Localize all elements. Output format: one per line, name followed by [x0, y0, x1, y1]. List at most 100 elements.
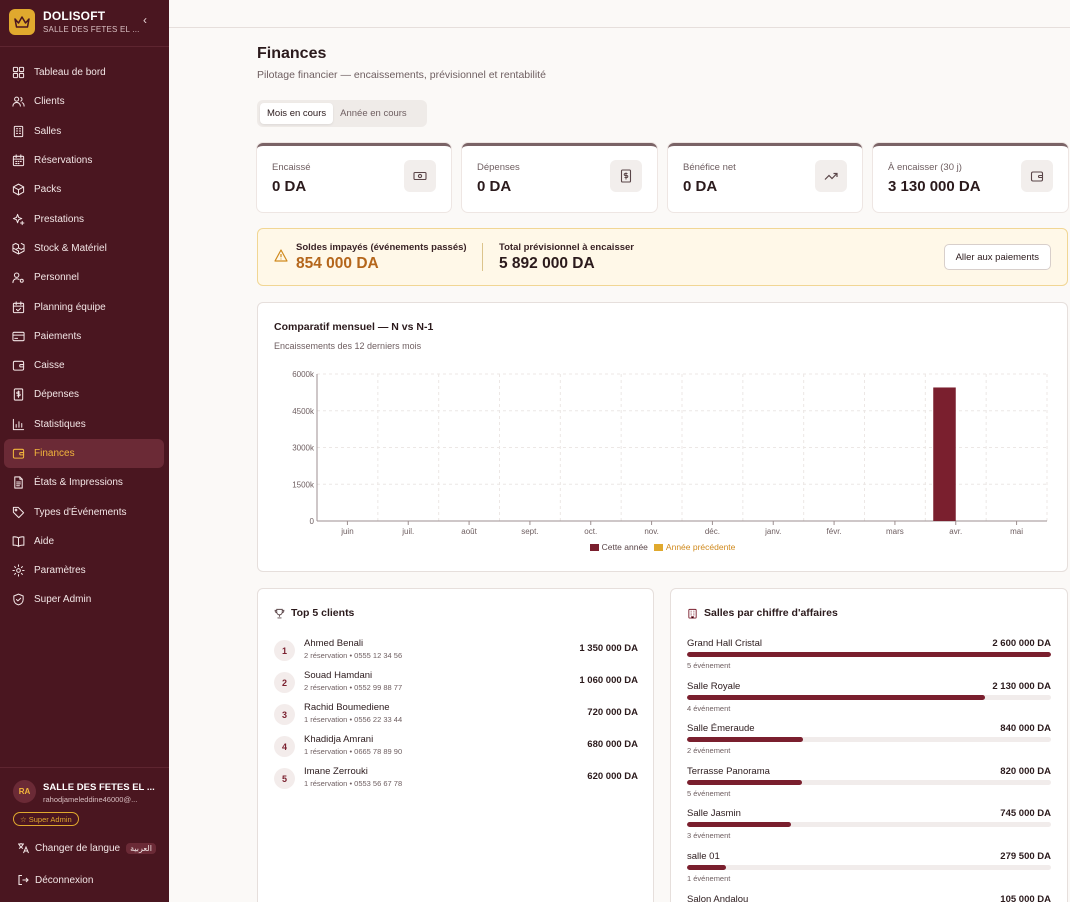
sidebar-item-label: Salles: [34, 125, 62, 137]
list-item: Grand Hall Cristal 2 600 000 DA 5 événemen…: [687, 638, 1051, 674]
logout-label: Déconnexion: [35, 874, 94, 886]
wallet-icon: [11, 447, 25, 461]
list-item[interactable]: 5 Imane Zerrouki 1 réservation • 0553 56 6…: [274, 766, 638, 796]
list-item[interactable]: 1 Ahmed Benali 2 réservation • 0555 12 34 …: [274, 638, 638, 668]
boxes-icon: [11, 241, 25, 255]
salle-meta: 2 événement: [687, 746, 731, 756]
x-tick-label: août: [461, 527, 477, 536]
y-tick-label: 1500k: [292, 480, 315, 489]
kpi-depenses: Dépenses 0 DA: [462, 143, 657, 212]
sidebar-item-personnel[interactable]: Personnel: [4, 263, 164, 292]
sidebar-item-paiements[interactable]: Paiements: [4, 322, 164, 351]
dashboard-icon: [11, 66, 25, 80]
x-tick-label: févr.: [827, 527, 842, 536]
logout-button[interactable]: Déconnexion: [17, 874, 93, 886]
sidebar-item-label: Planning équipe: [34, 301, 106, 313]
sidebar-item-tableau-de-bord[interactable]: Tableau de bord: [4, 58, 164, 87]
unpaid-label: Soldes impayés (événements passés): [296, 242, 467, 253]
salle-name: salle 01: [687, 851, 720, 862]
user-name: SALLE DES FETES EL ...: [43, 782, 155, 793]
list-item: Salon Andalou 105 000 DA: [687, 894, 1051, 902]
avatar[interactable]: RA: [13, 780, 36, 803]
list-item[interactable]: 3 Rachid Boumediene 1 réservation • 0556 2…: [274, 702, 638, 732]
monthly-chart-card: Comparatif mensuel — N vs N-1 Encaisseme…: [257, 302, 1068, 572]
client-meta: 1 réservation • 0556 22 33 44: [304, 715, 403, 724]
sidebar-item-aide[interactable]: Aide: [4, 527, 164, 556]
kpi-a-encaisser: À encaisser (30 j) 3 130 000 DA: [873, 143, 1068, 212]
salle-meta: 3 événement: [687, 831, 731, 841]
tab-current-year[interactable]: Année en cours: [333, 103, 414, 124]
building-icon: [687, 608, 698, 619]
legend-item-previous-year[interactable]: Année précédente: [653, 542, 735, 552]
sidebar-item-statistiques[interactable]: Statistiques: [4, 410, 164, 439]
sidebar-item-label: Prestations: [34, 213, 85, 225]
brand-subtitle: SALLE DES FETES EL ...: [43, 25, 140, 34]
sidebar-item-label: Finances: [34, 448, 75, 459]
legend-item-this-year[interactable]: Cette année: [589, 542, 648, 552]
sidebar-item-finances[interactable]: Finances: [4, 438, 164, 469]
x-tick-label: janv.: [764, 527, 781, 536]
sidebar-item-depenses[interactable]: Dépenses: [4, 380, 164, 409]
rank-badge: 3: [274, 704, 295, 725]
tab-current-month[interactable]: Mois en cours: [260, 103, 334, 124]
sidebar-item-prestations[interactable]: Prestations: [4, 204, 164, 233]
trophy-icon: [274, 608, 285, 619]
sidebar-item-etats-impressions[interactable]: États & Impressions: [4, 468, 164, 497]
calendar-icon: [11, 154, 25, 168]
x-tick-label: oct.: [584, 527, 597, 536]
gear-icon: [11, 564, 25, 578]
client-meta: 1 réservation • 0553 56 67 78: [304, 779, 403, 788]
sidebar-item-types-d-evenements[interactable]: Types d'Événements: [4, 497, 164, 526]
salle-amount: 2 600 000 DA: [992, 638, 1051, 649]
shield-icon: [11, 593, 25, 607]
sidebar-item-caisse[interactable]: Caisse: [4, 351, 164, 380]
top-bar: [169, 0, 1070, 28]
salle-name: Grand Hall Cristal: [687, 638, 762, 649]
logout-icon: [17, 874, 29, 886]
client-name: Souad Hamdani: [304, 670, 373, 681]
sidebar-item-parametres[interactable]: Paramètres: [4, 556, 164, 585]
y-tick-label: 0: [310, 517, 315, 526]
legend-swatch: [653, 543, 663, 551]
kpi-label: Bénéfice net: [683, 162, 736, 173]
sidebar-nav: Tableau de bord Clients Salles Réservations…: [4, 58, 164, 615]
page-title: Finances: [257, 45, 327, 62]
sidebar-item-salles[interactable]: Salles: [4, 117, 164, 146]
change-language-button[interactable]: Changer de langue العربية: [17, 842, 156, 854]
chart-legend: Cette année Année précédente: [258, 542, 1067, 552]
banknote-icon: [404, 160, 436, 192]
sidebar-item-reservations[interactable]: Réservations: [4, 146, 164, 175]
sidebar-item-label: Super Admin: [34, 594, 92, 606]
salles-title: Salles par chiffre d'affaires: [687, 607, 838, 619]
trending-up-icon: [815, 160, 847, 192]
salle-meta: 5 événement: [687, 661, 731, 670]
client-name: Rachid Boumediene: [304, 702, 390, 713]
kpi-value: 3 130 000 DA: [888, 178, 981, 195]
sidebar-item-super-admin[interactable]: Super Admin: [4, 585, 164, 614]
kpi-value: 0 DA: [272, 178, 307, 195]
sidebar-item-label: Aide: [34, 535, 55, 547]
sidebar-item-packs[interactable]: Packs: [4, 175, 164, 204]
sidebar-item-stock-materiel[interactable]: Stock & Matériel: [4, 234, 164, 263]
salle-amount: 745 000 DA: [1000, 808, 1051, 820]
list-item: Salle Émeraude 840 000 DA 2 événement: [687, 723, 1051, 759]
y-tick-label: 4500k: [292, 407, 315, 416]
sidebar-item-label: Types d'Événements: [34, 506, 127, 518]
sidebar-item-planning-equipe[interactable]: Planning équipe: [4, 292, 164, 321]
salle-name: Salle Jasmin: [687, 808, 741, 820]
list-item[interactable]: 2 Souad Hamdani 2 réservation • 0552 99 88…: [274, 670, 638, 700]
sidebar-item-clients[interactable]: Clients: [4, 87, 164, 116]
unpaid-value: 854 000 DA: [296, 255, 379, 272]
book-open-icon: [11, 534, 25, 548]
rank-badge: 1: [274, 640, 295, 661]
language-pill: العربية: [126, 842, 156, 854]
role-badge-label: Super Admin: [28, 814, 72, 824]
revenue-bar-fill: [687, 779, 802, 785]
x-tick-label: mai: [1010, 527, 1023, 536]
sparkles-icon: [11, 212, 25, 226]
list-item[interactable]: 4 Khadidja Amrani 1 réservation • 0665 78 …: [274, 734, 638, 764]
sidebar: DOLISOFT SALLE DES FETES EL ... ‹ Tablea…: [0, 0, 169, 902]
go-to-payments-button[interactable]: Aller aux paiements: [943, 244, 1051, 270]
bar-cette-ann-e-avr: [933, 387, 956, 521]
chevron-left-icon[interactable]: ‹: [143, 13, 147, 27]
